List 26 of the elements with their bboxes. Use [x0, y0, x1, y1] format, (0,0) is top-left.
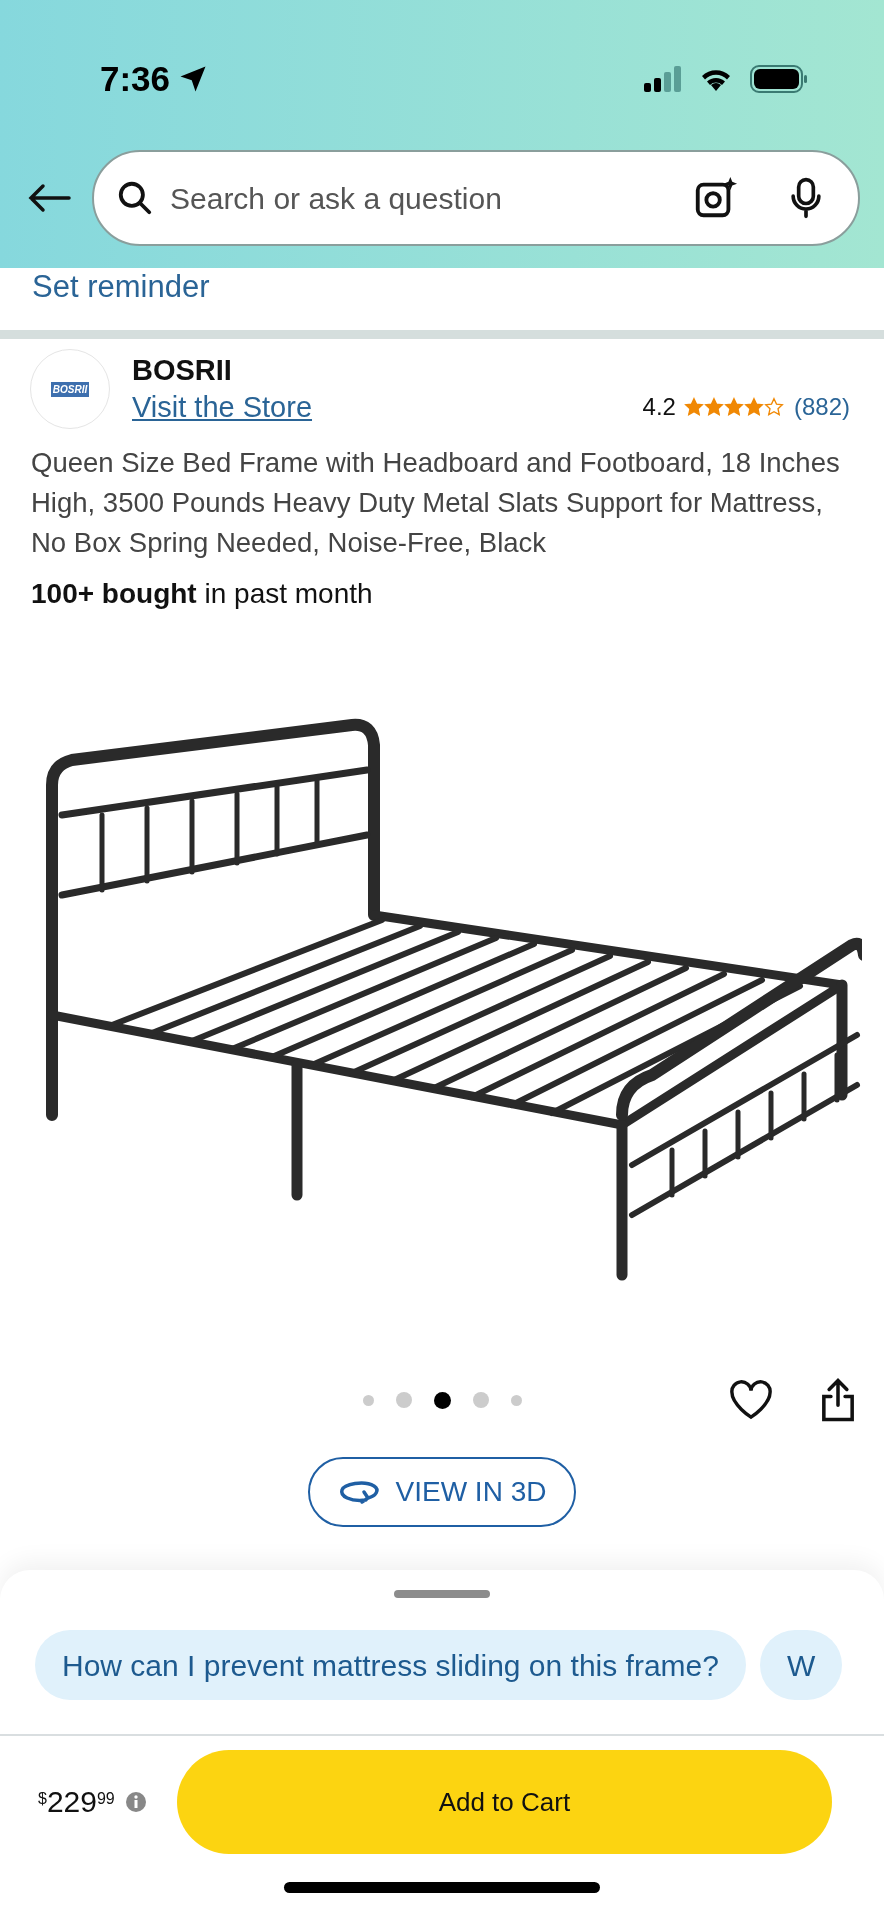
- heart-icon[interactable]: [728, 1379, 774, 1421]
- signal-icon: [644, 66, 682, 92]
- search-field[interactable]: Search or ask a question: [170, 175, 676, 221]
- search-bar[interactable]: Search or ask a question: [92, 150, 860, 246]
- filled-star-icon: [683, 397, 704, 417]
- filled-star-icon: [743, 397, 764, 417]
- bought-count: 100+ bought in past month: [30, 577, 374, 611]
- view-in-3d-button[interactable]: VIEW IN 3D: [307, 1457, 577, 1527]
- filled-star-icon: [703, 397, 724, 417]
- brand-name: BOSRII: [132, 353, 233, 388]
- question-chip[interactable]: W: [759, 1630, 843, 1700]
- question-chip[interactable]: How can I prevent mattress sliding on this frame?: [35, 1630, 746, 1700]
- add-to-cart-button[interactable]: Add to Cart: [176, 1750, 832, 1854]
- product-title: Queen Size Bed Frame with Headboard and Footboard, 18 Inches High, 3500 Pounds Heavy Duty Metal Slats Support for Mattress, No Box Spring Needed, Noise-Free, Black: [30, 446, 841, 560]
- search-icon: [116, 179, 154, 217]
- info-icon[interactable]: [124, 1791, 147, 1813]
- status-time: 7:36: [100, 57, 171, 100]
- rating-value: 4.2: [642, 392, 676, 422]
- sheet-handle[interactable]: [394, 1590, 490, 1598]
- filled-star-icon: [723, 397, 744, 417]
- logo-text: BOSRII: [50, 381, 90, 397]
- set-reminder-link[interactable]: Set reminder: [32, 268, 210, 306]
- battery-icon: [750, 65, 808, 93]
- review-count-link[interactable]: (882): [793, 389, 850, 425]
- visit-store-link[interactable]: Visit the Store: [132, 388, 312, 426]
- rotate-icon: [337, 1478, 382, 1506]
